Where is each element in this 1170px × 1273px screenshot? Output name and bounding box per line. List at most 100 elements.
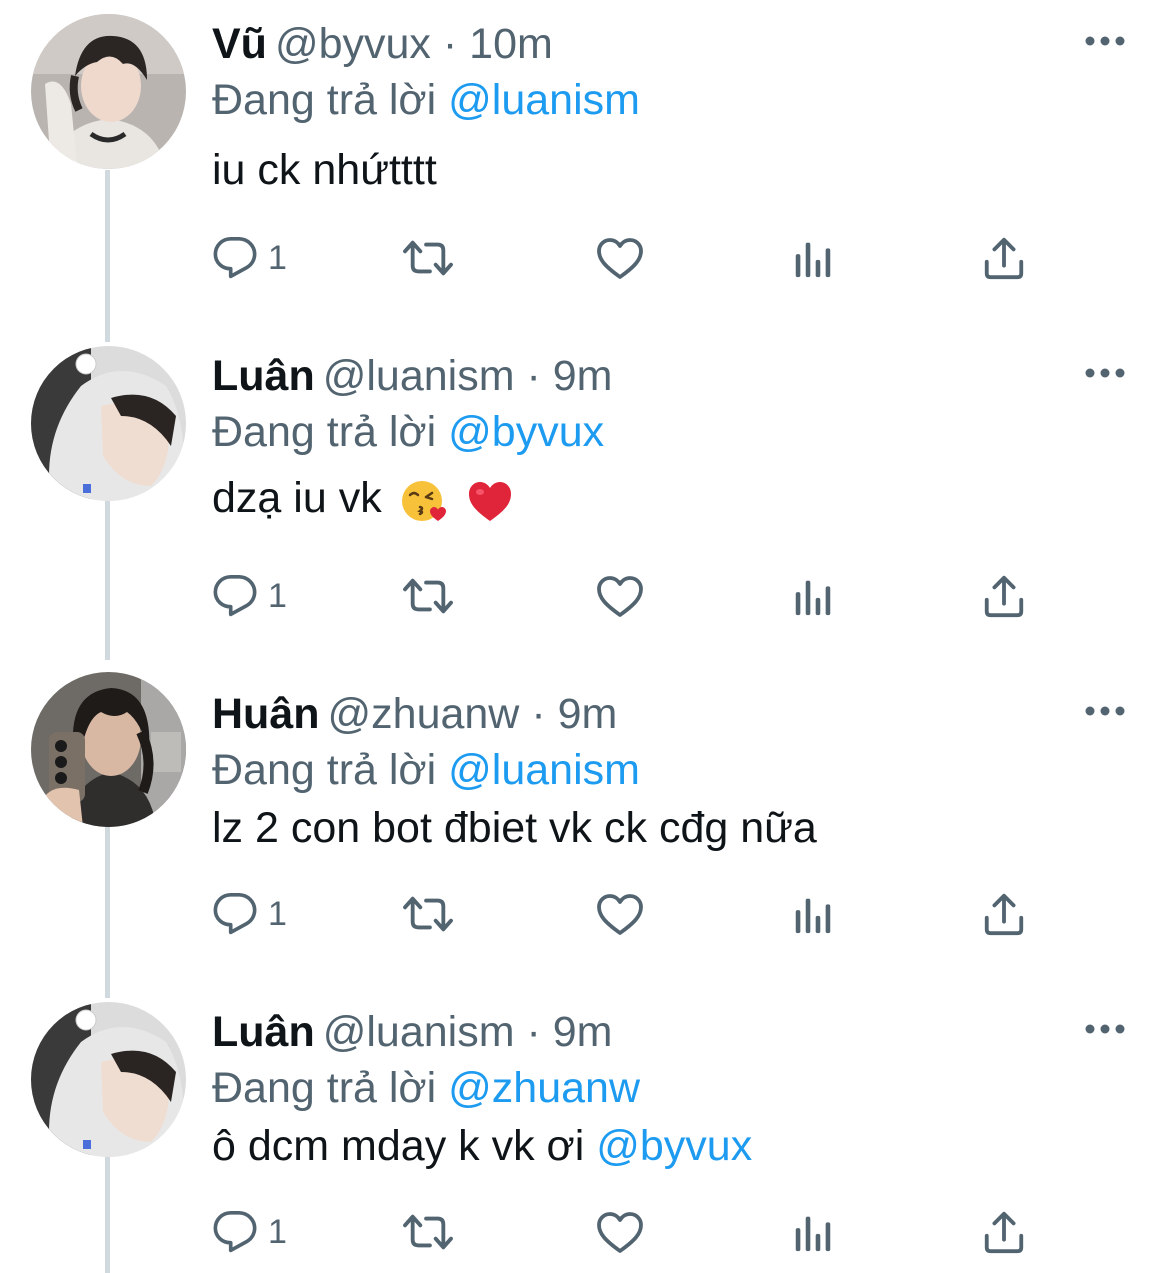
more-icon[interactable]	[1082, 1018, 1128, 1040]
tweet-text-body: iu ck nhứtttt	[212, 146, 437, 194]
views-button[interactable]	[792, 1204, 834, 1260]
reply-context: Đang trả lời @byvux	[212, 404, 604, 460]
reply-prefix: Đang trả lời	[212, 408, 437, 456]
reply-mention[interactable]: @byvux	[448, 408, 604, 456]
reply-prefix: Đang trả lời	[212, 746, 437, 794]
reply-count: 1	[268, 238, 287, 277]
tweet-header: Vũ @byvux · 10m	[212, 20, 553, 68]
handle[interactable]: @luanism	[323, 1008, 515, 1056]
tweet[interactable]: Huân @zhuanw · 9m Đang trả lời @luanism l…	[0, 670, 1170, 988]
tweet[interactable]: Luân @luanism · 9m Đang trả lời @zhuanw ô…	[0, 988, 1170, 1273]
reply-button[interactable]: 1	[212, 230, 287, 286]
retweet-button[interactable]	[400, 1204, 456, 1260]
like-icon	[597, 1212, 643, 1253]
display-name[interactable]: Luân	[212, 1008, 315, 1056]
retweet-icon	[403, 896, 453, 932]
reply-icon	[213, 575, 257, 617]
share-icon	[984, 237, 1024, 280]
like-button[interactable]	[596, 1204, 644, 1260]
reply-mention[interactable]: @zhuanw	[448, 1064, 640, 1112]
handle[interactable]: @byvux	[275, 20, 431, 68]
like-button[interactable]	[596, 886, 644, 942]
tweet[interactable]: Luân @luanism · 9m Đang trả lời @byvux dz…	[0, 332, 1170, 650]
tweet-text-body: lz 2 con bot đbiet vk ck cđg nữa	[212, 804, 817, 852]
timestamp[interactable]: 9m	[553, 352, 613, 400]
like-button[interactable]	[596, 568, 644, 624]
tweet-header: Luân @luanism · 9m	[212, 1008, 613, 1056]
retweet-button[interactable]	[400, 568, 456, 624]
timestamp[interactable]: 9m	[558, 690, 618, 738]
avatar-luan-image	[31, 1002, 186, 1157]
retweet-button[interactable]	[400, 886, 456, 942]
avatar[interactable]	[31, 14, 186, 169]
reply-button[interactable]: 1	[212, 1204, 287, 1260]
action-bar: 1	[212, 230, 1042, 286]
text-mention[interactable]: @byvux	[596, 1122, 752, 1170]
like-icon	[597, 894, 643, 935]
views-button[interactable]	[792, 886, 834, 942]
tweet-text: ô dcm mday k vk ơi @byvux	[212, 1116, 752, 1176]
reply-button[interactable]: 1	[212, 886, 287, 942]
views-icon	[795, 898, 831, 934]
tweet-text-body: ô dcm mday k vk ơi	[212, 1122, 597, 1170]
tweet-text: iu ck nhứtttt	[212, 140, 437, 200]
reply-prefix: Đang trả lời	[212, 76, 437, 124]
avatar[interactable]	[31, 346, 186, 501]
handle[interactable]: @zhuanw	[328, 690, 520, 738]
retweet-icon	[403, 578, 453, 614]
reply-mention[interactable]: @luanism	[448, 746, 640, 794]
reply-count: 1	[268, 894, 287, 933]
more-icon[interactable]	[1082, 700, 1128, 722]
like-icon	[597, 576, 643, 617]
timestamp[interactable]: 9m	[553, 1008, 613, 1056]
avatar-luan-image	[31, 346, 186, 501]
reply-icon	[213, 1211, 257, 1253]
reply-context: Đang trả lời @luanism	[212, 742, 640, 798]
reply-count: 1	[268, 1212, 287, 1251]
tweet-text-body: dzạ iu vk	[212, 474, 382, 522]
display-name[interactable]: Vũ	[212, 20, 267, 68]
like-icon	[597, 238, 643, 279]
reply-button[interactable]: 1	[212, 568, 287, 624]
share-icon	[984, 575, 1024, 618]
share-button[interactable]	[982, 886, 1026, 942]
share-icon	[984, 893, 1024, 936]
tweet[interactable]: Vũ @byvux · 10m Đang trả lời @luanism iu …	[0, 0, 1170, 318]
views-icon	[795, 1216, 831, 1252]
retweet-icon	[403, 1214, 453, 1250]
avatar-vu-image	[31, 14, 186, 169]
action-bar: 1	[212, 1204, 1042, 1260]
reply-context: Đang trả lời @luanism	[212, 72, 640, 128]
kissing-face-with-heart-icon	[401, 480, 446, 521]
avatar[interactable]	[31, 672, 186, 827]
views-icon	[795, 242, 831, 278]
more-icon[interactable]	[1082, 362, 1128, 384]
reply-icon	[213, 237, 257, 279]
share-button[interactable]	[982, 230, 1026, 286]
tweet-header: Huân @zhuanw · 9m	[212, 690, 618, 738]
avatar-huan-image	[31, 672, 186, 827]
retweet-button[interactable]	[400, 230, 456, 286]
views-button[interactable]	[792, 230, 834, 286]
reply-mention[interactable]: @luanism	[448, 76, 640, 124]
action-bar: 1	[212, 886, 1042, 942]
retweet-icon	[403, 240, 453, 276]
handle[interactable]: @luanism	[323, 352, 515, 400]
tweet-header: Luân @luanism · 9m	[212, 352, 613, 400]
more-icon[interactable]	[1082, 30, 1128, 52]
avatar[interactable]	[31, 1002, 186, 1157]
display-name[interactable]: Luân	[212, 352, 315, 400]
display-name[interactable]: Huân	[212, 690, 320, 738]
share-button[interactable]	[982, 1204, 1026, 1260]
reply-context: Đang trả lời @zhuanw	[212, 1060, 640, 1116]
tweet-text: lz 2 con bot đbiet vk ck cđg nữa	[212, 798, 817, 858]
views-button[interactable]	[792, 568, 834, 624]
tweet-text: dzạ iu vk	[212, 468, 514, 528]
timestamp[interactable]: 10m	[469, 20, 553, 68]
views-icon	[795, 580, 831, 616]
action-bar: 1	[212, 568, 1042, 624]
share-button[interactable]	[982, 568, 1026, 624]
reply-icon	[213, 893, 257, 935]
like-button[interactable]	[596, 230, 644, 286]
red-heart-icon	[468, 481, 511, 521]
